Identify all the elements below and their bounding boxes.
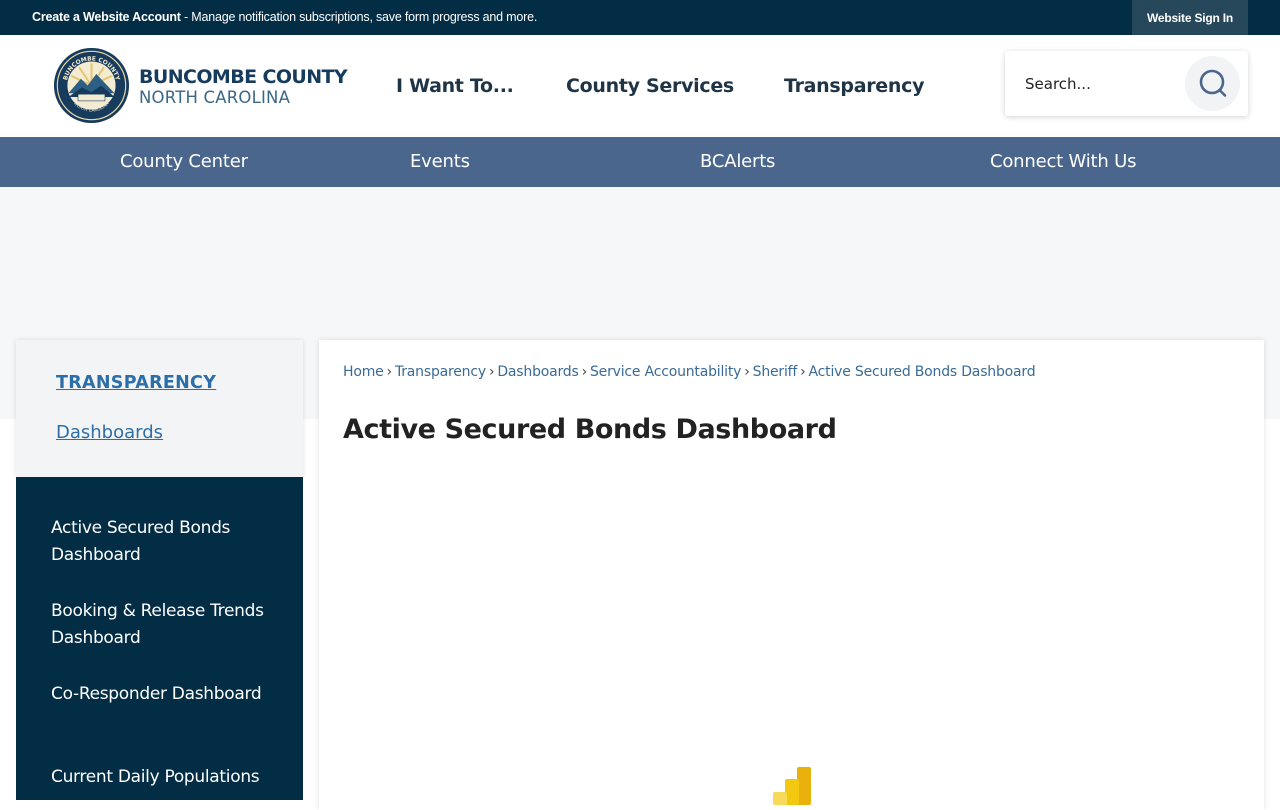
breadcrumb-transparency[interactable]: Transparency — [395, 364, 486, 380]
nav-bcalerts[interactable]: BCAlerts — [700, 151, 775, 172]
account-description: - Manage notification subscriptions, sav… — [180, 10, 538, 24]
account-bar: Create a Website Account - Manage notifi… — [0, 0, 1280, 35]
sidebar-section-transparency[interactable]: TRANSPARENCY — [56, 373, 216, 393]
search-button[interactable] — [1185, 56, 1240, 111]
breadcrumb-current-page[interactable]: Active Secured Bonds Dashboard — [809, 364, 1036, 380]
account-message: Create a Website Account - Manage notifi… — [32, 10, 537, 24]
nav-events[interactable]: Events — [410, 151, 470, 172]
search-box — [1005, 51, 1248, 116]
logo-county-name: BUNCOMBE COUNTY — [139, 66, 348, 88]
sidebar-menu: Active Secured Bonds Dashboard Booking &… — [16, 477, 303, 800]
breadcrumb-dashboards[interactable]: Dashboards — [497, 364, 578, 380]
breadcrumb-separator: › — [800, 364, 806, 380]
nav-i-want-to[interactable]: I Want To... — [396, 75, 514, 97]
breadcrumb: Home › Transparency › Dashboards › Service Acc… — [343, 364, 1036, 380]
create-account-link[interactable]: Create a Website Account — [32, 10, 181, 24]
sidebar-header: TRANSPARENCY Dashboards — [16, 340, 303, 477]
breadcrumb-service-accountability[interactable]: Service Accountability — [590, 364, 741, 380]
page-title: Active Secured Bonds Dashboard — [343, 414, 837, 445]
breadcrumb-separator: › — [744, 364, 750, 380]
breadcrumb-separator: › — [488, 364, 495, 380]
breadcrumb-separator: › — [386, 364, 393, 380]
site-logo-text[interactable]: BUNCOMBE COUNTY NORTH CAROLINA — [139, 66, 348, 108]
nav-connect-with-us[interactable]: Connect With Us — [990, 151, 1136, 172]
nav-transparency[interactable]: Transparency — [784, 75, 924, 97]
sign-in-button[interactable]: Website Sign In — [1132, 0, 1248, 35]
nav-county-center[interactable]: County Center — [120, 151, 248, 172]
secondary-nav: County Center Events BCAlerts Connect Wi… — [0, 137, 1280, 187]
sidebar-item-active-secured-bonds[interactable]: Active Secured Bonds Dashboard — [51, 515, 281, 569]
breadcrumb-home[interactable]: Home — [343, 364, 384, 380]
logo-state-name: NORTH CAROLINA — [139, 88, 291, 107]
sidebar-item-booking-release-trends[interactable]: Booking & Release Trends Dashboard — [51, 598, 281, 652]
sidebar-item-current-daily-populations[interactable]: Current Daily Populations — [51, 764, 281, 791]
power-bi-icon — [773, 767, 811, 805]
sidebar-item-co-responder[interactable]: Co-Responder Dashboard — [51, 681, 281, 708]
nav-county-services[interactable]: County Services — [566, 75, 734, 97]
breadcrumb-sheriff[interactable]: Sheriff — [753, 364, 798, 380]
county-seal-logo[interactable]: BUNCOMBE COUNTY NORTH CAROLINA — [53, 47, 130, 124]
site-header: BUNCOMBE COUNTY NORTH CAROLINA BUNCOMBE … — [0, 35, 1280, 137]
search-icon — [1199, 69, 1227, 97]
search-input[interactable] — [1023, 71, 1187, 97]
content-card: Home › Transparency › Dashboards › Service Acc… — [319, 340, 1264, 810]
sidebar-subsection-dashboards[interactable]: Dashboards — [56, 422, 163, 443]
breadcrumb-separator: › — [581, 364, 588, 380]
